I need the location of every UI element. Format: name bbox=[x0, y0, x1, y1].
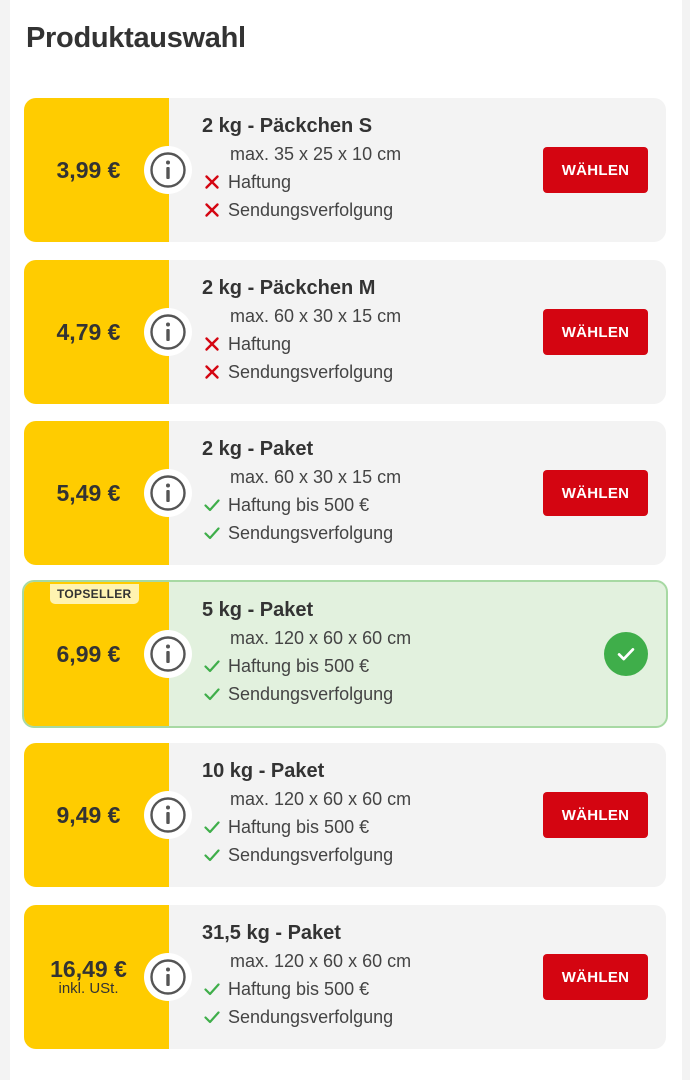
check-icon bbox=[204, 1009, 228, 1025]
info-icon[interactable] bbox=[144, 630, 192, 678]
feature-item: Haftung bis 500 € bbox=[204, 491, 401, 519]
product-card[interactable]: 6,99 € TOPSELLER 5 kg - Paket max. 120 x 60… bbox=[22, 580, 668, 728]
cross-icon bbox=[204, 202, 228, 218]
product-selection-panel: Produktauswahl 3,99 € 2 kg - Päckchen S ma… bbox=[10, 0, 682, 1080]
feature-item: Sendungsverfolgung bbox=[204, 680, 411, 708]
feature-text: Sendungsverfolgung bbox=[228, 362, 394, 382]
price: 6,99 € bbox=[56, 641, 121, 667]
info-icon[interactable] bbox=[144, 953, 192, 1001]
cross-icon bbox=[204, 336, 228, 352]
feature-text: Sendungsverfolgung bbox=[228, 845, 394, 865]
product-card[interactable]: 16,49 € inkl. USt. 31,5 kg - Paket max. 120… bbox=[24, 905, 666, 1049]
feature-item: Haftung bbox=[204, 330, 401, 358]
info-icon[interactable] bbox=[144, 469, 192, 517]
choose-button[interactable]: WÄHLEN bbox=[543, 792, 648, 838]
check-icon bbox=[204, 525, 228, 541]
product-name: 5 kg - Paket bbox=[202, 599, 314, 621]
feature-item: Haftung bbox=[204, 168, 401, 196]
dimensions: max. 120 x 60 x 60 cm bbox=[230, 789, 412, 809]
price: 4,79 € bbox=[56, 319, 121, 345]
check-icon bbox=[204, 847, 228, 863]
product-card[interactable]: 3,99 € 2 kg - Päckchen S max. 35 x 25 x 10… bbox=[24, 98, 666, 242]
product-card[interactable]: 4,79 € 2 kg - Päckchen M max. 60 x 30 x 15… bbox=[24, 260, 666, 404]
feature-text: Haftung bis 500 € bbox=[228, 495, 370, 515]
feature-item: Sendungsverfolgung bbox=[204, 1003, 411, 1031]
selected-check-icon bbox=[604, 632, 648, 676]
feature-item: Haftung bis 500 € bbox=[204, 975, 411, 1003]
price-note: inkl. USt. bbox=[58, 980, 119, 997]
check-icon bbox=[204, 658, 228, 674]
product-details: 5 kg - Paket max. 120 x 60 x 60 cm Haftung… bbox=[202, 596, 411, 708]
feature-text: Haftung bbox=[228, 334, 292, 354]
price: 9,49 € bbox=[56, 802, 121, 828]
price: 3,99 € bbox=[56, 157, 121, 183]
info-icon[interactable] bbox=[144, 308, 192, 356]
dimensions: max. 35 x 25 x 10 cm bbox=[230, 144, 402, 164]
choose-button[interactable]: WÄHLEN bbox=[543, 470, 648, 516]
product-details: 10 kg - Paket max. 120 x 60 x 60 cm Haftun… bbox=[202, 757, 411, 869]
cross-icon bbox=[204, 174, 228, 190]
feature-text: Haftung bis 500 € bbox=[228, 817, 370, 837]
feature-text: Haftung bbox=[228, 172, 292, 192]
info-icon[interactable] bbox=[144, 146, 192, 194]
product-details: 2 kg - Päckchen S max. 35 x 25 x 10 cm Haf… bbox=[202, 112, 401, 224]
choose-button[interactable]: WÄHLEN bbox=[543, 309, 648, 355]
product-card[interactable]: 5,49 € 2 kg - Paket max. 60 x 30 x 15 cm Ha… bbox=[24, 421, 666, 565]
product-card[interactable]: 9,49 € 10 kg - Paket max. 120 x 60 x 60 cm… bbox=[24, 743, 666, 887]
product-name: 31,5 kg - Paket bbox=[202, 922, 341, 944]
product-name: 2 kg - Paket bbox=[202, 438, 314, 460]
feature-text: Sendungsverfolgung bbox=[228, 684, 394, 704]
dimensions: max. 60 x 30 x 15 cm bbox=[230, 306, 402, 326]
dimensions: max. 120 x 60 x 60 cm bbox=[230, 951, 412, 971]
page-title: Produktauswahl bbox=[26, 22, 246, 54]
price: 5,49 € bbox=[56, 480, 121, 506]
product-name: 2 kg - Päckchen M bbox=[202, 277, 376, 299]
product-name: 10 kg - Paket bbox=[202, 760, 325, 782]
check-icon bbox=[204, 497, 228, 513]
topseller-badge: TOPSELLER bbox=[50, 584, 139, 604]
product-details: 2 kg - Paket max. 60 x 30 x 15 cm Haftung … bbox=[202, 435, 401, 547]
feature-text: Sendungsverfolgung bbox=[228, 200, 394, 220]
feature-text: Haftung bis 500 € bbox=[228, 979, 370, 999]
product-name: 2 kg - Päckchen S bbox=[202, 115, 373, 137]
feature-item: Sendungsverfolgung bbox=[204, 519, 401, 547]
info-icon[interactable] bbox=[144, 791, 192, 839]
feature-text: Sendungsverfolgung bbox=[228, 523, 394, 543]
cross-icon bbox=[204, 364, 228, 380]
price: 16,49 € bbox=[50, 956, 127, 982]
check-icon bbox=[204, 819, 228, 835]
feature-text: Haftung bis 500 € bbox=[228, 656, 370, 676]
product-details: 2 kg - Päckchen M max. 60 x 30 x 15 cm Haf… bbox=[202, 274, 401, 386]
feature-text: Sendungsverfolgung bbox=[228, 1007, 394, 1027]
dimensions: max. 120 x 60 x 60 cm bbox=[230, 628, 412, 648]
dimensions: max. 60 x 30 x 15 cm bbox=[230, 467, 402, 487]
feature-item: Sendungsverfolgung bbox=[204, 841, 411, 869]
feature-item: Haftung bis 500 € bbox=[204, 813, 411, 841]
check-icon bbox=[204, 686, 228, 702]
check-icon bbox=[204, 981, 228, 997]
feature-item: Sendungsverfolgung bbox=[204, 196, 401, 224]
product-details: 31,5 kg - Paket max. 120 x 60 x 60 cm Haft… bbox=[202, 919, 411, 1031]
feature-item: Haftung bis 500 € bbox=[204, 652, 411, 680]
feature-item: Sendungsverfolgung bbox=[204, 358, 401, 386]
choose-button[interactable]: WÄHLEN bbox=[543, 147, 648, 193]
choose-button[interactable]: WÄHLEN bbox=[543, 954, 648, 1000]
